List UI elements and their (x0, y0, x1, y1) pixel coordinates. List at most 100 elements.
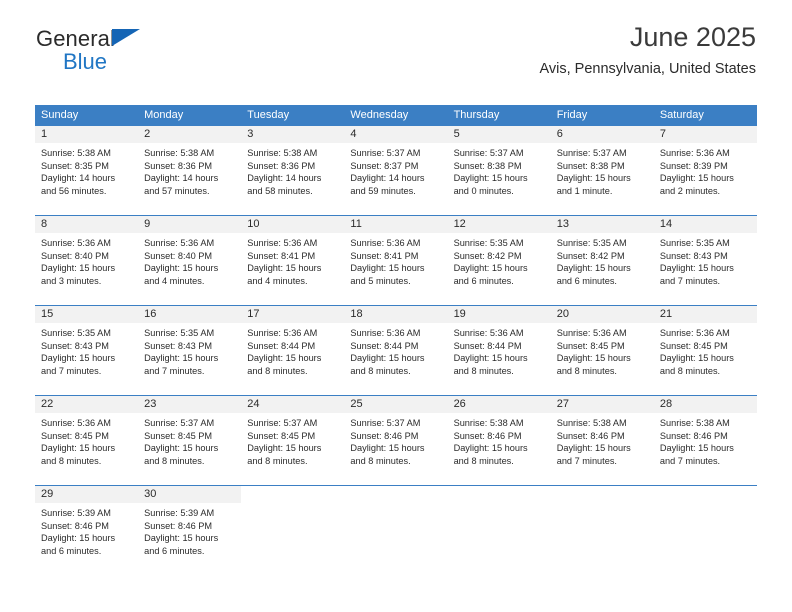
calendar-day-cell[interactable]: 28 Sunrise: 5:38 AM Sunset: 8:46 PM Dayligh… (653, 395, 757, 486)
daylight-text-line2: and 8 minutes. (144, 455, 205, 466)
calendar-day-cell-empty (344, 485, 448, 576)
daylight-text-line2: and 8 minutes. (659, 365, 721, 376)
sunset-text: Sunset: 8:45 PM (659, 340, 728, 351)
sunrise-sunset-calendar: Sunday Monday Tuesday Wednesday Thursday… (35, 105, 757, 576)
daylight-text-line1: Daylight: 15 hours (247, 353, 322, 364)
calendar-day-cell[interactable]: 12 Sunrise: 5:35 AM Sunset: 8:42 PM Dayligh… (447, 215, 551, 306)
calendar-day-cell[interactable]: 21 Sunrise: 5:36 AM Sunset: 8:45 PM Dayligh… (653, 305, 757, 396)
calendar-day-cell[interactable]: 1 Sunrise: 5:38 AM Sunset: 8:35 PM Daylight… (35, 125, 139, 216)
day-details: Sunrise: 5:38 AM Sunset: 8:46 PM Daylight:… (448, 413, 551, 467)
calendar-day-cell[interactable]: 18 Sunrise: 5:36 AM Sunset: 8:44 PM Dayligh… (344, 305, 448, 396)
daylight-text-line2: and 6 minutes. (453, 275, 514, 286)
calendar-header: Sunday Monday Tuesday Wednesday Thursday… (35, 105, 757, 126)
daylight-text-line1: Daylight: 15 hours (556, 353, 631, 364)
daylight-text-line2: and 6 minutes. (556, 275, 617, 286)
daylight-text-line1: Daylight: 15 hours (556, 173, 631, 184)
daylight-text-line1: Daylight: 15 hours (350, 443, 425, 454)
daylight-text-line1: Daylight: 15 hours (41, 533, 116, 544)
daylight-text-line2: and 7 minutes. (659, 275, 721, 286)
day-number: 6 (550, 126, 654, 143)
brand-general-text: General (36, 26, 115, 51)
day-number: 20 (550, 306, 654, 323)
calendar-day-cell[interactable]: 24 Sunrise: 5:37 AM Sunset: 8:45 PM Dayligh… (241, 395, 345, 486)
calendar-day-cell[interactable]: 3 Sunrise: 5:38 AM Sunset: 8:36 PM Daylight… (241, 125, 345, 216)
daylight-text-line2: and 0 minutes. (453, 185, 514, 196)
daylight-text-line2: and 6 minutes. (41, 545, 102, 556)
calendar-day-cell[interactable]: 27 Sunrise: 5:38 AM Sunset: 8:46 PM Dayligh… (550, 395, 654, 486)
daylight-text-line1: Daylight: 15 hours (144, 353, 219, 364)
day-details: Sunrise: 5:36 AM Sunset: 8:45 PM Daylight:… (35, 413, 138, 467)
calendar-day-cell[interactable]: 29 Sunrise: 5:39 AM Sunset: 8:46 PM Dayligh… (35, 485, 139, 576)
sunset-text: Sunset: 8:40 PM (144, 250, 213, 261)
daylight-text-line1: Daylight: 15 hours (41, 443, 116, 454)
daylight-text-line1: Daylight: 15 hours (556, 443, 631, 454)
sunset-text: Sunset: 8:42 PM (453, 250, 522, 261)
day-details: Sunrise: 5:38 AM Sunset: 8:35 PM Daylight:… (35, 143, 138, 197)
page-header: General Blue June 2025 Avis, Pennsylvani… (0, 0, 792, 78)
calendar-day-cell[interactable]: 7 Sunrise: 5:36 AM Sunset: 8:39 PM Daylight… (653, 125, 757, 216)
calendar-day-cell[interactable]: 22 Sunrise: 5:36 AM Sunset: 8:45 PM Dayligh… (35, 395, 139, 486)
calendar-day-cell-empty (653, 485, 757, 576)
sunset-text: Sunset: 8:40 PM (41, 250, 109, 261)
sunrise-text: Sunrise: 5:38 AM (453, 418, 524, 428)
day-number: 10 (241, 216, 345, 233)
sunset-text: Sunset: 8:45 PM (144, 430, 213, 441)
day-number: 22 (35, 396, 139, 413)
calendar-day-cell[interactable]: 15 Sunrise: 5:35 AM Sunset: 8:43 PM Dayligh… (35, 305, 139, 396)
sunrise-text: Sunrise: 5:36 AM (659, 148, 730, 158)
weekday-header-thursday: Thursday (447, 105, 551, 126)
calendar-day-cell[interactable]: 2 Sunrise: 5:38 AM Sunset: 8:36 PM Daylight… (138, 125, 242, 216)
calendar-day-cell[interactable]: 10 Sunrise: 5:36 AM Sunset: 8:41 PM Dayligh… (241, 215, 345, 306)
calendar-day-cell[interactable]: 25 Sunrise: 5:37 AM Sunset: 8:46 PM Dayligh… (344, 395, 448, 486)
sunset-text: Sunset: 8:43 PM (41, 340, 109, 351)
day-number: 30 (138, 486, 242, 503)
calendar-day-cell[interactable]: 20 Sunrise: 5:36 AM Sunset: 8:45 PM Dayligh… (550, 305, 654, 396)
sunrise-text: Sunrise: 5:36 AM (453, 328, 524, 338)
calendar-day-cell[interactable]: 6 Sunrise: 5:37 AM Sunset: 8:38 PM Daylight… (550, 125, 654, 216)
weekday-header-sunday: Sunday (35, 105, 139, 126)
brand-name-blue: Blue (63, 49, 108, 74)
sunrise-text: Sunrise: 5:38 AM (556, 418, 627, 428)
calendar-day-cell[interactable]: 23 Sunrise: 5:37 AM Sunset: 8:45 PM Dayligh… (138, 395, 242, 486)
calendar-day-cell[interactable]: 30 Sunrise: 5:39 AM Sunset: 8:46 PM Dayligh… (138, 485, 242, 576)
calendar-day-cell[interactable]: 16 Sunrise: 5:35 AM Sunset: 8:43 PM Dayligh… (138, 305, 242, 396)
day-number: 23 (138, 396, 242, 413)
daylight-text-line2: and 4 minutes. (144, 275, 205, 286)
calendar-day-cell[interactable]: 4 Sunrise: 5:37 AM Sunset: 8:37 PM Daylight… (344, 125, 448, 216)
sunrise-text: Sunrise: 5:38 AM (41, 148, 111, 158)
day-details: Sunrise: 5:38 AM Sunset: 8:46 PM Daylight:… (654, 413, 757, 467)
day-number: 26 (447, 396, 551, 413)
sunrise-text: Sunrise: 5:36 AM (41, 238, 111, 248)
daylight-text-line2: and 4 minutes. (247, 275, 308, 286)
day-number: 28 (653, 396, 757, 413)
calendar-day-cell[interactable]: 13 Sunrise: 5:35 AM Sunset: 8:42 PM Dayligh… (550, 215, 654, 306)
brand-name-general: General (36, 26, 140, 51)
calendar-day-cell-empty (241, 485, 345, 576)
calendar-day-cell[interactable]: 14 Sunrise: 5:35 AM Sunset: 8:43 PM Dayligh… (653, 215, 757, 306)
sunrise-text: Sunrise: 5:37 AM (247, 418, 318, 428)
calendar-day-cell[interactable]: 19 Sunrise: 5:36 AM Sunset: 8:44 PM Dayligh… (447, 305, 551, 396)
weekday-header-row: Sunday Monday Tuesday Wednesday Thursday… (35, 105, 757, 126)
day-number: 14 (653, 216, 757, 233)
calendar-day-cell[interactable]: 8 Sunrise: 5:36 AM Sunset: 8:40 PM Daylight… (35, 215, 139, 306)
day-number: 16 (138, 306, 242, 323)
calendar-day-cell[interactable]: 11 Sunrise: 5:36 AM Sunset: 8:41 PM Dayligh… (344, 215, 448, 306)
sunset-text: Sunset: 8:45 PM (556, 340, 625, 351)
sunset-text: Sunset: 8:44 PM (247, 340, 316, 351)
calendar-day-cell[interactable]: 26 Sunrise: 5:38 AM Sunset: 8:46 PM Dayligh… (447, 395, 551, 486)
day-details: Sunrise: 5:35 AM Sunset: 8:42 PM Daylight:… (551, 233, 654, 287)
calendar-day-cell[interactable]: 9 Sunrise: 5:36 AM Sunset: 8:40 PM Daylight… (138, 215, 242, 306)
day-details: Sunrise: 5:37 AM Sunset: 8:38 PM Daylight:… (448, 143, 551, 197)
sunrise-text: Sunrise: 5:38 AM (247, 148, 318, 158)
daylight-text-line2: and 8 minutes. (350, 455, 411, 466)
calendar-day-cell[interactable]: 5 Sunrise: 5:37 AM Sunset: 8:38 PM Daylight… (447, 125, 551, 216)
calendar-day-cell[interactable]: 17 Sunrise: 5:36 AM Sunset: 8:44 PM Dayligh… (241, 305, 345, 396)
daylight-text-line1: Daylight: 15 hours (453, 353, 528, 364)
brand-logo[interactable]: General Blue (36, 26, 140, 74)
sunrise-text: Sunrise: 5:35 AM (556, 238, 627, 248)
calendar-body: 1 Sunrise: 5:38 AM Sunset: 8:35 PM Daylight… (35, 125, 757, 576)
day-number: 19 (447, 306, 551, 323)
sunrise-text: Sunrise: 5:36 AM (556, 328, 627, 338)
daylight-text-line1: Daylight: 15 hours (453, 173, 528, 184)
day-number: 18 (344, 306, 448, 323)
